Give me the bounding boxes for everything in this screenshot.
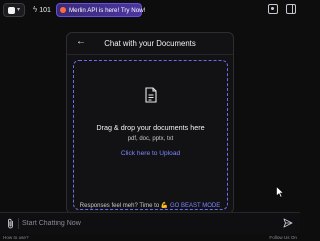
documents-card: ← Chat with your Documents Drag & drop y… — [66, 32, 234, 214]
paperclip-icon[interactable] — [7, 218, 15, 229]
feedback-line: Responses feel meh? Time to 💪 GO BEAST M… — [0, 202, 300, 209]
arrow-left-icon[interactable]: ← — [76, 37, 86, 47]
panel-icon[interactable] — [286, 4, 296, 14]
composer-divider — [18, 218, 19, 229]
app-menu-button[interactable]: ▾ — [3, 3, 25, 17]
supported-file-types: pdf, doc, pptx, txt — [127, 136, 174, 142]
feedback-text: Responses feel meh? Time to — [79, 203, 160, 209]
credits-counter[interactable]: ϟ 101 — [30, 3, 54, 17]
document-dropzone[interactable]: Drag & drop your documents here pdf, doc… — [73, 60, 228, 210]
card-header: ← Chat with your Documents — [67, 33, 233, 55]
image-icon[interactable] — [268, 4, 278, 14]
mouse-cursor-icon — [276, 186, 284, 198]
how-to-use-link[interactable]: How to use? — [3, 235, 29, 240]
upload-link[interactable]: Click here to Upload — [74, 150, 227, 157]
promo-text: Merlin API is here! Try Now! — [69, 6, 146, 14]
credits-value: 101 — [39, 6, 51, 14]
bolt-icon: ϟ — [33, 5, 38, 14]
chat-input[interactable] — [22, 217, 272, 230]
merlin-icon — [60, 7, 66, 13]
footer: How to use? Follow Us On — [0, 235, 300, 241]
flexed-arm-icon: 💪 — [160, 203, 169, 209]
chat-composer — [0, 212, 300, 234]
beast-mode-link[interactable]: GO BEAST MODE — [170, 203, 220, 209]
card-title: Chat with your Documents — [104, 39, 196, 48]
send-icon[interactable] — [283, 218, 293, 228]
top-bar: ▾ ϟ 101 Merlin API is here! Try Now! — [0, 0, 300, 20]
follow-us-text[interactable]: Follow Us On — [269, 235, 297, 240]
document-icon — [145, 87, 157, 103]
logo-icon — [7, 6, 15, 14]
top-icons — [268, 4, 296, 14]
dropzone-title: Drag & drop your documents here — [96, 123, 205, 132]
promo-banner[interactable]: Merlin API is here! Try Now! — [56, 3, 146, 17]
chevron-down-icon: ▾ — [16, 7, 20, 13]
